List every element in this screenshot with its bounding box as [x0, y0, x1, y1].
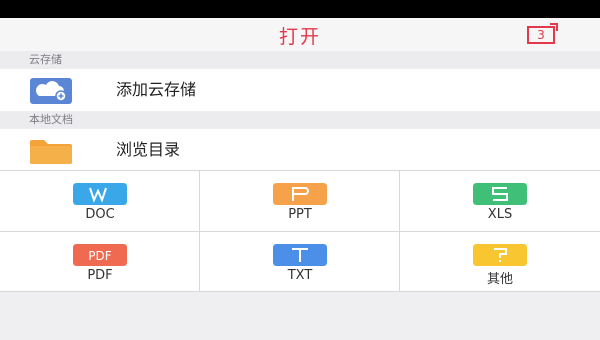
- file-type-label: TXT: [287, 268, 313, 283]
- cloud-section-label: 云存储: [0, 51, 600, 69]
- xls-icon: [473, 183, 527, 205]
- file-type-grid: DOC PPT XLS PDF PDF TXT 其他: [0, 170, 600, 292]
- file-type-label: PDF: [87, 268, 113, 283]
- file-type-label: PPT: [288, 207, 312, 222]
- folder-icon: [30, 140, 72, 164]
- file-type-label: DOC: [85, 207, 115, 222]
- header: 打开 3: [0, 18, 600, 52]
- file-type-other[interactable]: 其他: [400, 232, 600, 292]
- txt-icon: [273, 244, 327, 266]
- pdf-icon: PDF: [73, 244, 127, 266]
- file-type-label: 其他: [486, 272, 513, 287]
- svg-text:PDF: PDF: [88, 249, 111, 263]
- file-type-txt[interactable]: TXT: [200, 232, 400, 292]
- file-type-label: XLS: [487, 207, 513, 222]
- cloud-add-icon: [30, 78, 72, 104]
- add-cloud-storage-label: 添加云存储: [116, 80, 197, 99]
- file-type-ppt[interactable]: PPT: [200, 171, 400, 231]
- file-type-pdf[interactable]: PDF PDF: [0, 232, 200, 292]
- question-icon: [473, 244, 527, 266]
- file-type-xls[interactable]: XLS: [400, 171, 600, 231]
- local-section-label: 本地文档: [0, 111, 600, 129]
- doc-icon: [73, 183, 127, 205]
- browse-directory-label: 浏览目录: [116, 140, 181, 159]
- add-cloud-storage-row[interactable]: 添加云存储: [0, 69, 600, 111]
- file-type-doc[interactable]: DOC: [0, 171, 200, 231]
- window-count-badge[interactable]: 3: [527, 23, 558, 44]
- page-title: 打开: [278, 26, 321, 48]
- browse-directory-row[interactable]: 浏览目录: [0, 129, 600, 171]
- ppt-icon: [273, 183, 327, 205]
- status-bar: [0, 0, 600, 24]
